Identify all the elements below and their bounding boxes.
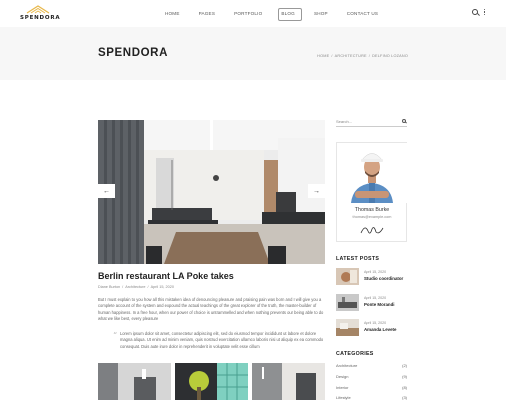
latest-post-item[interactable]: April 15, 2020 Amanda Levete (336, 319, 407, 337)
logo[interactable]: SPENDORA (20, 5, 60, 23)
author-email[interactable]: thomas@example.com (337, 215, 407, 219)
post-date: April 15, 2020 (150, 285, 174, 289)
latest-post-title[interactable]: Amanda Levete (364, 327, 396, 332)
post-title[interactable]: Berlin restaurant LA Poke takes (98, 271, 234, 281)
category-count: (3) (402, 395, 407, 400)
logo-text: SPENDORA (20, 15, 61, 21)
category-item[interactable]: Design (9) (336, 373, 407, 381)
signature-image (360, 227, 384, 234)
category-count: (8) (402, 385, 407, 390)
arrow-right-icon: → (313, 187, 320, 195)
category-name[interactable]: Architecture (336, 363, 357, 368)
nav-portfolio[interactable]: PORTFOLIO (234, 9, 262, 19)
category-count: (2) (402, 363, 407, 368)
latest-post-item[interactable]: April 15, 2020 Ponte Morandi (336, 294, 407, 312)
breadcrumb: HOME / ARCHITECTURE / DELFINO LOZANO (317, 54, 408, 58)
category-name[interactable]: Design (336, 374, 348, 379)
category-name[interactable]: Interior (336, 385, 348, 390)
breadcrumb-current: DELFINO LOZANO (372, 54, 408, 58)
site-header: SPENDORA HOME PAGES PORTFOLIO BLOG SHOP … (0, 0, 506, 27)
nav-contact-us[interactable]: CONTACT US (347, 9, 378, 19)
header-icons (472, 9, 486, 16)
sidebar-search[interactable]: Search... (336, 118, 407, 127)
meta-separator: / (122, 285, 124, 289)
post-category[interactable]: Architecture (125, 285, 145, 289)
nav-blog[interactable]: BLOG (278, 8, 302, 21)
latest-post-title[interactable]: Ponte Morandi (364, 302, 395, 307)
category-item[interactable]: Lifestyle (3) (336, 394, 407, 400)
quote-icon: “ (113, 331, 118, 340)
nav-shop[interactable]: SHOP (314, 9, 328, 19)
nav-pages[interactable]: PAGES (199, 9, 216, 19)
category-count: (9) (402, 374, 407, 379)
latest-posts-title: LATEST POSTS (336, 256, 380, 262)
author-name: Thomas Burke (354, 207, 390, 213)
page-title-band: SPENDORA HOME / ARCHITECTURE / DELFINO L… (0, 27, 506, 80)
interior-photo (98, 120, 325, 264)
latest-post-date: April 15, 2020 (364, 296, 387, 300)
category-item[interactable]: Interior (8) (336, 384, 407, 392)
category-name[interactable]: Lifestyle (336, 395, 351, 400)
author-avatar (337, 143, 407, 203)
gallery-image[interactable] (98, 363, 171, 400)
arrow-left-icon: ← (103, 187, 110, 195)
post-quote: Lorem ipsum dolor sit amet, consectetur … (120, 331, 324, 349)
latest-post-date: April 15, 2020 (364, 270, 387, 274)
latest-post-thumbnail[interactable] (336, 268, 359, 285)
post-excerpt: But I must explain to you how all this m… (98, 297, 324, 321)
meta-separator: / (147, 285, 149, 289)
nav-home[interactable]: HOME (165, 9, 180, 19)
gallery-image[interactable] (252, 363, 325, 400)
post-author[interactable]: Diane Burton (98, 285, 120, 289)
latest-post-thumbnail[interactable] (336, 319, 359, 336)
page-title: SPENDORA (98, 47, 168, 59)
search-icon[interactable] (472, 9, 478, 15)
breadcrumb-home[interactable]: HOME (317, 54, 329, 58)
search-input[interactable]: Search... (336, 119, 352, 124)
author-card: Thomas Burke thomas@example.com (336, 142, 407, 242)
latest-post-item[interactable]: April 15, 2020 Studio coordinator (336, 268, 407, 286)
breadcrumb-separator: / (331, 54, 333, 58)
search-icon[interactable] (402, 119, 406, 123)
breadcrumb-architecture[interactable]: ARCHITECTURE (335, 54, 367, 58)
slider-next-button[interactable]: → (308, 184, 325, 198)
more-vertical-icon[interactable] (484, 9, 486, 16)
breadcrumb-separator: / (368, 54, 371, 58)
latest-post-date: April 15, 2020 (364, 321, 387, 325)
main-nav: HOME PAGES PORTFOLIO BLOG SHOP CONTACT U… (165, 8, 397, 21)
post-featured-image: ← → (98, 120, 325, 264)
post-gallery (98, 363, 325, 400)
post-meta: Diane Burton / Architecture / April 15, … (98, 285, 174, 289)
slider-prev-button[interactable]: ← (98, 184, 115, 198)
latest-post-thumbnail[interactable] (336, 294, 359, 311)
gallery-image[interactable] (175, 363, 248, 400)
categories-title: CATEGORIES (336, 351, 374, 357)
latest-post-title[interactable]: Studio coordinator (364, 276, 403, 281)
category-item[interactable]: Architecture (2) (336, 362, 407, 370)
logo-roof-icon (26, 5, 50, 14)
